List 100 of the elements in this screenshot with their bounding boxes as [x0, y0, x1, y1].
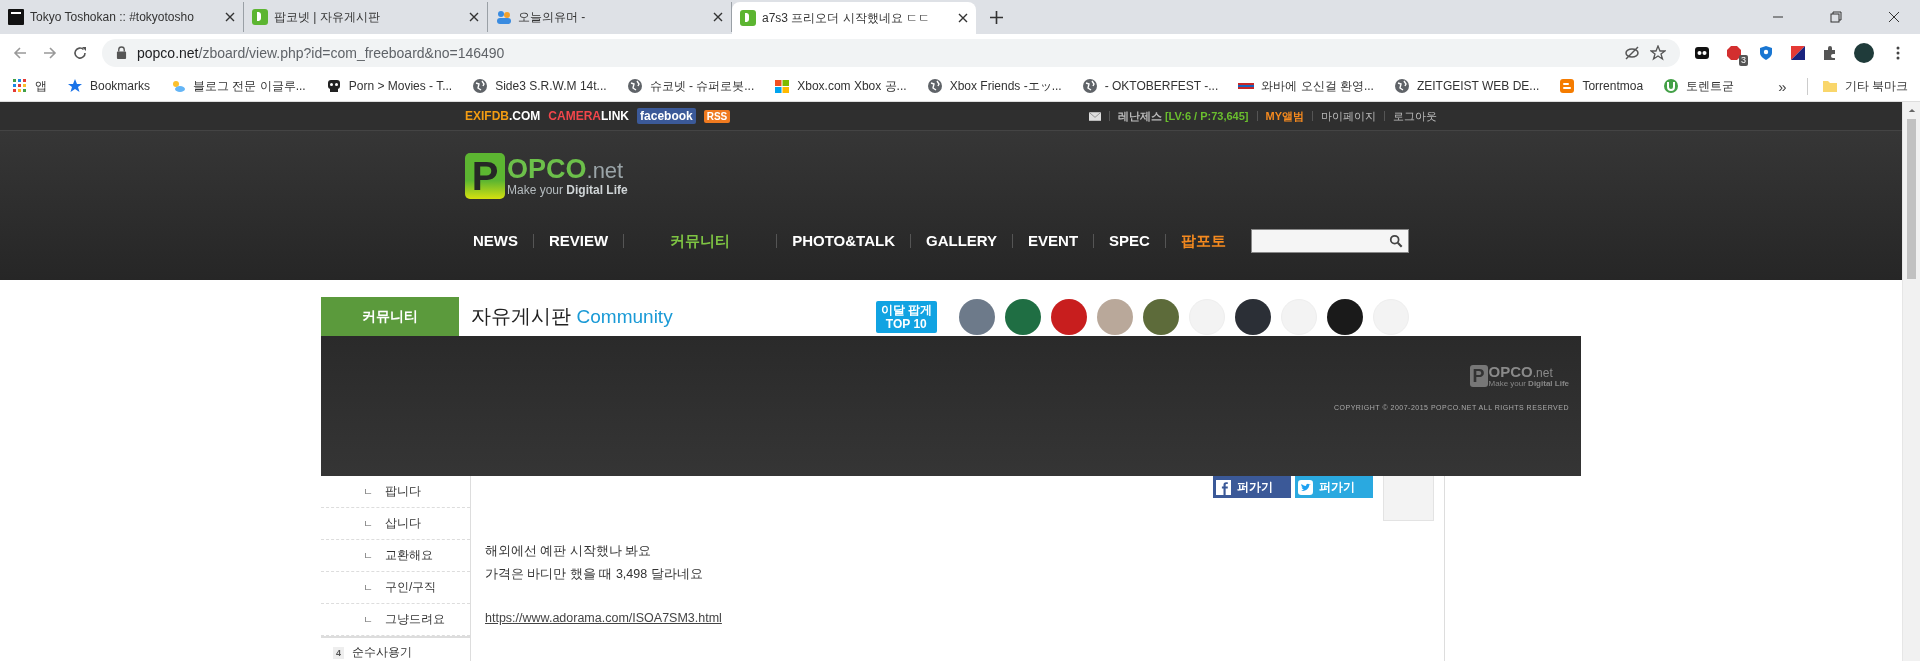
sidebar-item[interactable]: 4 순수사용기	[321, 636, 470, 661]
nav-link[interactable]: 팝포토	[1164, 234, 1241, 248]
bookmark-item[interactable]: - OKTOBERFEST -...	[1081, 78, 1219, 94]
more-bookmarks-button[interactable]: »	[1778, 77, 1787, 95]
browser-tab[interactable]: Tokyo Toshokan :: #tokyotosho	[0, 2, 244, 32]
close-icon[interactable]	[958, 13, 968, 23]
p-letter-icon	[740, 10, 756, 26]
close-icon[interactable]	[713, 12, 723, 22]
search-icon[interactable]	[1388, 234, 1403, 248]
nav-link[interactable]: EVENT	[1012, 234, 1094, 248]
site-link[interactable]: EXIFDB.COM	[465, 109, 541, 123]
indent-marker: ㄴ	[363, 484, 373, 499]
nav-link[interactable]: GALLERY	[909, 234, 1013, 248]
app-grid-icon	[12, 78, 28, 94]
facebook-f-icon	[1216, 479, 1231, 495]
indent-marker: ㄴ	[363, 548, 373, 563]
scrollbar-thumb[interactable]	[1907, 119, 1916, 279]
site-link[interactable]: facebook	[637, 108, 696, 124]
close-icon[interactable]	[469, 12, 479, 22]
lock-icon	[116, 46, 127, 59]
search-field[interactable]	[1250, 229, 1409, 253]
site-logo[interactable]: P OPCO.net Make your Digital Life	[465, 153, 628, 199]
p-letter-icon	[252, 9, 268, 25]
diagonal-flag-icon[interactable]	[1790, 44, 1806, 61]
globe-icon	[472, 78, 489, 94]
puzzle-icon[interactable]	[1822, 44, 1838, 61]
close-icon[interactable]	[225, 12, 235, 22]
envelope-icon[interactable]	[1088, 111, 1101, 121]
sidebar-item[interactable]: ㄴ 팝니다	[321, 476, 470, 508]
profile-avatar[interactable]	[1854, 42, 1874, 63]
folder-icon	[1821, 78, 1838, 94]
nav-link[interactable]: SPEC	[1093, 234, 1165, 248]
nav-link[interactable]: REVIEW	[533, 234, 624, 248]
bookmark-item[interactable]: ZEITGEIST WEB DE...	[1393, 78, 1540, 94]
restore-icon[interactable]	[1830, 11, 1842, 23]
windows-logo-icon	[774, 78, 791, 94]
bookmark-item[interactable]: 슈코넷 - 슈퍼로봇...	[626, 77, 755, 95]
bird-icon	[1298, 479, 1313, 495]
globe-icon	[626, 78, 643, 94]
blogger-logo-icon	[1559, 78, 1576, 94]
nav-link[interactable]: PHOTO&TALK	[776, 234, 910, 248]
scrollbar[interactable]	[1902, 102, 1920, 661]
article-link[interactable]: https://www.adorama.com/ISOA7SM3.html	[485, 611, 722, 625]
site-link[interactable]: CAMERALINK	[548, 109, 630, 123]
sun-cloud-icon	[170, 78, 187, 94]
shield-icon[interactable]	[1758, 44, 1774, 61]
avatar-photo[interactable]	[1235, 298, 1271, 335]
footer-logo: P OPCO.net Make your Digital Life	[1469, 364, 1569, 388]
bookmark-item[interactable]: Side3 S.R.W.M 14t...	[472, 78, 607, 94]
nav-link[interactable]: 커뮤니티	[623, 234, 777, 248]
nav-link[interactable]: NEWS	[465, 234, 533, 248]
skull-icon	[325, 78, 342, 94]
board-title: 자유게시판 Community	[471, 304, 673, 329]
stop-sign-icon[interactable]	[1726, 44, 1742, 61]
bookmark-item[interactable]: 앱	[12, 77, 47, 95]
indent-marker: ㄴ	[363, 612, 373, 627]
bookmark-item[interactable]: Xbox Friends -エッ...	[926, 77, 1062, 95]
sidebar-item[interactable]: ㄴ 교환해요	[321, 540, 470, 572]
browser-tab[interactable]: a7s3 프리오더 시작했네요 ㄷㄷ	[732, 2, 976, 34]
reload-icon[interactable]	[72, 44, 88, 61]
plus-icon[interactable]	[990, 11, 1003, 24]
indent-marker: ㄴ	[363, 580, 373, 595]
user-name[interactable]: 레난제스 [LV:6 / P:73,645]	[1117, 108, 1249, 124]
user-link[interactable]: 마이페이지	[1321, 108, 1376, 124]
body-text: 해외에선 예판 시작했나 봐요	[485, 543, 653, 560]
bookmark-item[interactable]: 와바에 오신걸 환영...	[1238, 77, 1374, 95]
sidebar-item[interactable]: ㄴ 구인/구직	[321, 572, 470, 604]
address-bar[interactable]: popco.net/zboard/view.php?id=com_freeboard&no=146490	[102, 38, 1680, 67]
globe-icon	[926, 78, 943, 94]
body-text: 가격은 바디만 했을 때 3,498 달라네요	[485, 566, 704, 583]
share-button[interactable]: 퍼가기	[1213, 476, 1291, 498]
scroll-up-icon[interactable]	[1907, 108, 1916, 113]
sidebar-item[interactable]: ㄴ 그냥드려요	[321, 604, 470, 636]
bookmark-item[interactable]: Porn > Movies - T...	[325, 78, 453, 94]
bookmark-item[interactable]: Bookmarks	[67, 78, 151, 94]
bookmark-item[interactable]: 토렌트굳	[1663, 77, 1735, 95]
count-badge: 4	[333, 646, 344, 659]
back-arrow-icon[interactable]	[12, 44, 28, 61]
star-icon	[67, 78, 83, 94]
forward-arrow-icon[interactable]	[42, 44, 58, 61]
sidebar-item[interactable]: ㄴ 삽니다	[321, 508, 470, 540]
browser-tab[interactable]: 팝코넷 | 자유게시판	[244, 2, 488, 32]
user-link[interactable]: MY앨범	[1265, 108, 1304, 124]
people-icon	[496, 9, 512, 25]
user-link[interactable]: 로그아웃	[1393, 108, 1437, 124]
globe-icon	[1393, 78, 1410, 94]
tt-letters-icon	[8, 9, 24, 25]
bookmark-item[interactable]: Xbox.com Xbox 공...	[774, 77, 907, 95]
bookmark-item[interactable]: Torrentmoa	[1559, 78, 1644, 94]
glasses-icon[interactable]	[1694, 44, 1710, 61]
indent-marker: ㄴ	[363, 516, 373, 531]
bookmark-folder[interactable]: 기타 북마크	[1806, 77, 1908, 95]
eye-slash-icon[interactable]	[1624, 44, 1640, 61]
utorrent-logo-icon	[1663, 78, 1680, 94]
bookmark-item[interactable]: 블로그 전문 이글루...	[170, 77, 306, 95]
avatar-photo[interactable]	[1327, 298, 1363, 335]
close-icon[interactable]	[1888, 11, 1900, 23]
avatar-photo[interactable]	[1005, 298, 1041, 335]
star-icon[interactable]	[1650, 44, 1666, 61]
globe-icon	[1081, 78, 1098, 94]
